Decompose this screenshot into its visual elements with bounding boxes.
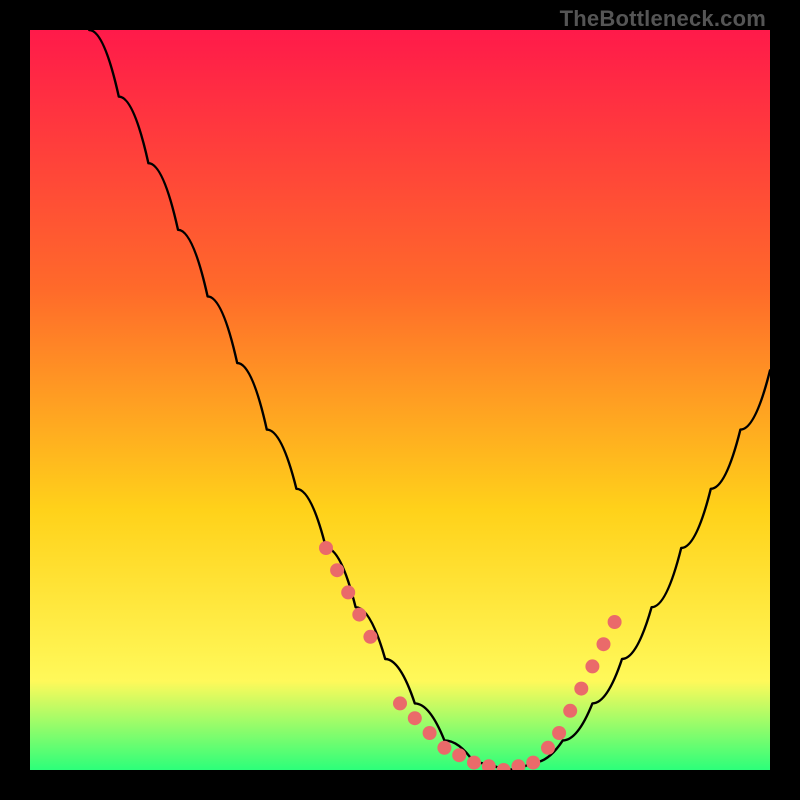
highlight-dot [541,741,555,755]
gradient-background [30,30,770,770]
highlight-dot [330,563,344,577]
highlight-dot [563,704,577,718]
highlight-dot [352,608,366,622]
highlight-dot [437,741,451,755]
highlight-dot [423,726,437,740]
highlight-dot [467,756,481,770]
chart-frame [30,30,770,770]
highlight-dot [608,615,622,629]
bottleneck-chart [30,30,770,770]
highlight-dot [341,585,355,599]
highlight-dot [452,748,466,762]
highlight-dot [574,682,588,696]
highlight-dot [408,711,422,725]
highlight-dot [585,659,599,673]
highlight-dot [393,696,407,710]
highlight-dot [363,630,377,644]
highlight-dot [526,756,540,770]
watermark-text: TheBottleneck.com [560,6,766,32]
highlight-dot [319,541,333,555]
highlight-dot [597,637,611,651]
highlight-dot [552,726,566,740]
